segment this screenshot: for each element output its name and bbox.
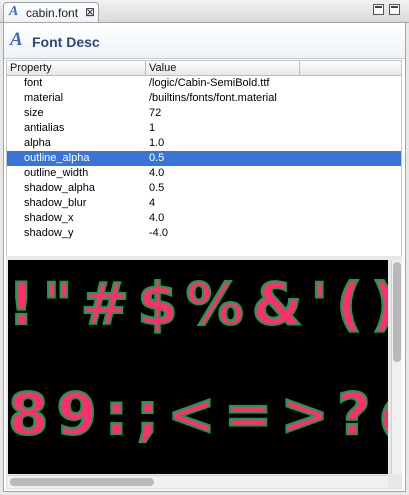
property-name: outline_alpha [24, 152, 90, 164]
editor-tab-bar: A cabin.font ⊠ [0, 0, 409, 23]
glyph-line: !"#$%&'() [8, 269, 388, 339]
table-row[interactable]: antialias 1 [7, 121, 401, 136]
column-header-property[interactable]: Property [10, 61, 145, 75]
property-name: material [24, 92, 64, 104]
table-row[interactable]: alpha 1.0 [7, 136, 401, 151]
table-header: Property Value [7, 61, 401, 76]
column-header-value[interactable]: Value [149, 61, 299, 75]
property-value[interactable]: 1.0 [149, 136, 164, 151]
vertical-scrollbar[interactable] [391, 260, 402, 474]
property-value[interactable]: /builtins/fonts/font.material [149, 91, 277, 106]
table-row[interactable]: shadow_blur 4 [7, 196, 401, 211]
horizontal-scrollbar[interactable] [8, 475, 388, 488]
maximize-icon[interactable] [389, 4, 400, 15]
glyph-preview-canvas[interactable]: !"#$%&'() 89:;<=>?@A [8, 260, 388, 474]
property-name: shadow_x [24, 212, 74, 224]
property-value[interactable]: 4.0 [149, 211, 164, 226]
table-row[interactable]: font/logic/Cabin-SemiBold.ttf [7, 76, 401, 91]
property-value[interactable]: /logic/Cabin-SemiBold.ttf [149, 76, 269, 91]
column-divider[interactable] [145, 61, 146, 75]
property-value[interactable]: 4.0 [149, 166, 164, 181]
property-value[interactable]: 4 [149, 196, 155, 211]
font-preview: !"#$%&'() 89:;<=>?@A [6, 256, 402, 490]
scrollbar-thumb[interactable] [393, 262, 401, 362]
minimize-icon[interactable] [373, 4, 384, 15]
property-value[interactable]: 0.5 [149, 151, 164, 166]
property-name: antialias [24, 122, 65, 134]
font-file-icon: A [9, 4, 19, 19]
close-icon[interactable]: ⊠ [85, 5, 95, 19]
table-row[interactable]: shadow_y -4.0 [7, 226, 401, 241]
property-name: font [24, 77, 43, 89]
table-row[interactable]: shadow_x 4.0 [7, 211, 401, 226]
editor-tab-cabin-font[interactable]: A cabin.font ⊠ [3, 2, 99, 22]
property-value[interactable]: 1 [149, 121, 155, 136]
property-table: Property Value font/logic/Cabin-SemiBold… [6, 60, 402, 274]
page-title: Font Desc [32, 34, 100, 50]
property-value[interactable]: -4.0 [149, 226, 168, 241]
property-name: shadow_y [24, 227, 74, 239]
form-header: A Font Desc [4, 23, 405, 59]
property-name: shadow_alpha [24, 182, 95, 194]
editor-panel: A Font Desc Property Value font/logic/Ca… [3, 22, 406, 492]
property-name: size [24, 107, 44, 119]
table-row[interactable]: material/builtins/fonts/font.material [7, 91, 401, 106]
property-value[interactable]: 0.5 [149, 181, 164, 196]
property-value[interactable]: 72 [149, 106, 161, 121]
column-divider[interactable] [299, 61, 300, 75]
table-row[interactable]: shadow_alpha 0.5 [7, 181, 401, 196]
table-row[interactable]: size 72 [7, 106, 401, 121]
property-name: outline_width [24, 167, 89, 179]
font-desc-icon: A [10, 29, 23, 50]
tab-label: cabin.font [26, 6, 79, 20]
glyph-line: 89:;<=>?@A [8, 379, 388, 449]
property-name: shadow_blur [24, 197, 87, 209]
table-row[interactable]: outline_width 4.0 [7, 166, 401, 181]
scrollbar-thumb[interactable] [10, 478, 154, 486]
property-name: alpha [24, 137, 51, 149]
table-row[interactable]: outline_alpha 0.5 [7, 151, 401, 166]
